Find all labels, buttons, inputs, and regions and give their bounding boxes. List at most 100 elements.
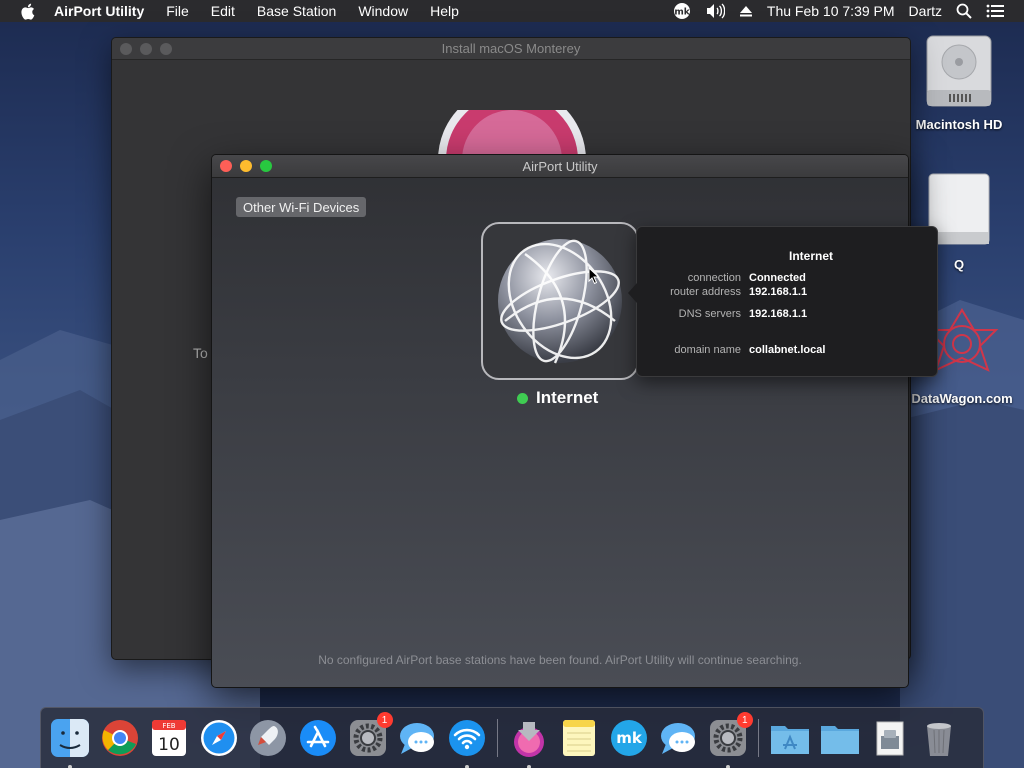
safari-icon [200,720,237,756]
popover-arrow [628,283,637,303]
notification-badge: 1 [736,712,753,728]
menu-bar: AirPort Utility File Edit Base Station W… [0,0,1024,22]
spotlight-search-icon[interactable] [956,3,972,19]
menu-file[interactable]: File [166,3,189,19]
popover-key: router address [670,286,741,298]
desktop-icon-macintosh-hd[interactable]: Macintosh HD [912,32,1006,132]
window-title: Install macOS Monterey [441,41,581,56]
desktop-icon-label: DataWagon.com [911,391,1013,406]
dock-separator [758,719,760,757]
install-macos-icon [514,722,545,757]
desktop-icon-label: Macintosh HD [915,117,1003,132]
menu-base-station[interactable]: Base Station [257,3,336,19]
notification-badge: 1 [376,712,393,728]
mk-status-icon[interactable]: mk [673,2,691,20]
notification-center-icon[interactable] [986,4,1004,18]
dock-finder[interactable] [49,717,91,768]
window-controls [220,160,280,172]
dock-chrome[interactable] [99,717,141,759]
popover-key: DNS servers [678,308,741,320]
minimize-button[interactable] [140,42,152,55]
internet-label-text: Internet [536,388,599,407]
calendar-day: 10 [158,735,180,755]
dock-downloads-folder[interactable] [819,717,861,759]
popover-title: Internet [789,249,834,263]
dock-software-update[interactable]: 1 [707,712,753,768]
chrome-icon [101,720,138,756]
svg-text:mk: mk [616,729,643,747]
downloads-folder-icon [820,726,859,754]
menu-app-name[interactable]: AirPort Utility [54,3,144,19]
dock-preview[interactable] [869,717,911,759]
notes-icon [562,720,595,756]
eject-icon[interactable] [739,4,753,18]
zoom-button[interactable] [160,42,172,55]
dock-system-preferences[interactable]: 1 [347,712,393,759]
trash-icon [927,723,952,756]
installer-body-text: To [193,345,208,361]
dock-applications-folder[interactable] [769,717,811,759]
launchpad-icon [250,720,287,756]
dock-wifi-diagnostics[interactable] [446,717,488,768]
app-store-icon [299,720,336,756]
window-title: AirPort Utility [522,158,598,174]
close-button[interactable] [220,160,232,172]
macos-installer-logo-icon [438,110,586,160]
dock-mk-app[interactable]: mk [608,717,650,759]
menu-edit[interactable]: Edit [211,3,235,19]
user-name[interactable]: Dartz [909,3,942,19]
preview-icon [876,721,903,756]
dock-launchpad[interactable] [247,717,289,759]
internet-info-popover: Internet connection Connected router add… [628,226,939,377]
volume-icon[interactable] [705,3,725,19]
popover-row-connection: connection Connected [637,272,939,284]
popover-key: domain name [674,344,741,356]
menu-window[interactable]: Window [358,3,408,19]
airport-utility-titlebar[interactable]: AirPort Utility [212,155,908,178]
mouse-cursor-icon [588,267,600,285]
mk-app-icon: mk [610,720,647,756]
menu-extras: mk Thu Feb 10 7:39 PM Dartz [673,0,1024,22]
dock-messages[interactable] [396,717,438,759]
popover-key: connection [687,272,741,284]
svg-text:mk: mk [674,8,690,18]
internet-tile[interactable] [481,222,639,380]
hard-drive-icon [912,32,1006,113]
window-controls [120,42,180,55]
globe-icon [498,239,622,364]
status-indicator-dot [517,392,528,404]
popover-row-dns-servers: DNS servers 192.168.1.1 [637,308,939,320]
install-macos-titlebar[interactable]: Install macOS Monterey [112,38,910,60]
clock[interactable]: Thu Feb 10 7:39 PM [767,3,895,19]
applications-folder-icon [771,726,810,754]
internet-status-label[interactable]: Internet [517,388,598,408]
apple-menu-icon[interactable] [20,3,36,20]
popover-value: 192.168.1.1 [749,308,808,320]
dock-install-macos[interactable] [508,717,550,768]
search-status-text: No configured AirPort base stations have… [318,653,802,667]
messages-2-icon [661,723,696,754]
close-button[interactable] [120,42,132,55]
dock-notes[interactable] [558,717,600,759]
calendar-month: FEB [163,722,176,730]
popover-value: Connected [749,272,806,284]
dock-calendar[interactable]: FEB 10 [148,717,190,759]
wifi-diagnostics-icon [448,720,485,756]
messages-icon [400,723,435,754]
minimize-button[interactable] [240,160,252,172]
dock-safari[interactable] [198,717,240,759]
menu-help[interactable]: Help [430,3,459,19]
dock-messages-2[interactable] [657,717,699,759]
dock: FEB 10 1 mk 1 [40,707,984,768]
popover-value: 192.168.1.1 [749,286,808,298]
dock-separator [497,719,499,757]
dock-trash[interactable] [918,717,960,759]
calendar-icon: FEB 10 [152,720,187,756]
finder-icon [51,719,89,757]
popover-value: collabnet.local [749,344,826,356]
zoom-button[interactable] [260,160,272,172]
popover-row-domain-name: domain name collabnet.local [637,344,939,356]
other-wifi-devices-button[interactable]: Other Wi-Fi Devices [236,197,367,217]
dock-app-store[interactable] [297,717,339,759]
popover-row-router-address: router address 192.168.1.1 [637,286,939,298]
